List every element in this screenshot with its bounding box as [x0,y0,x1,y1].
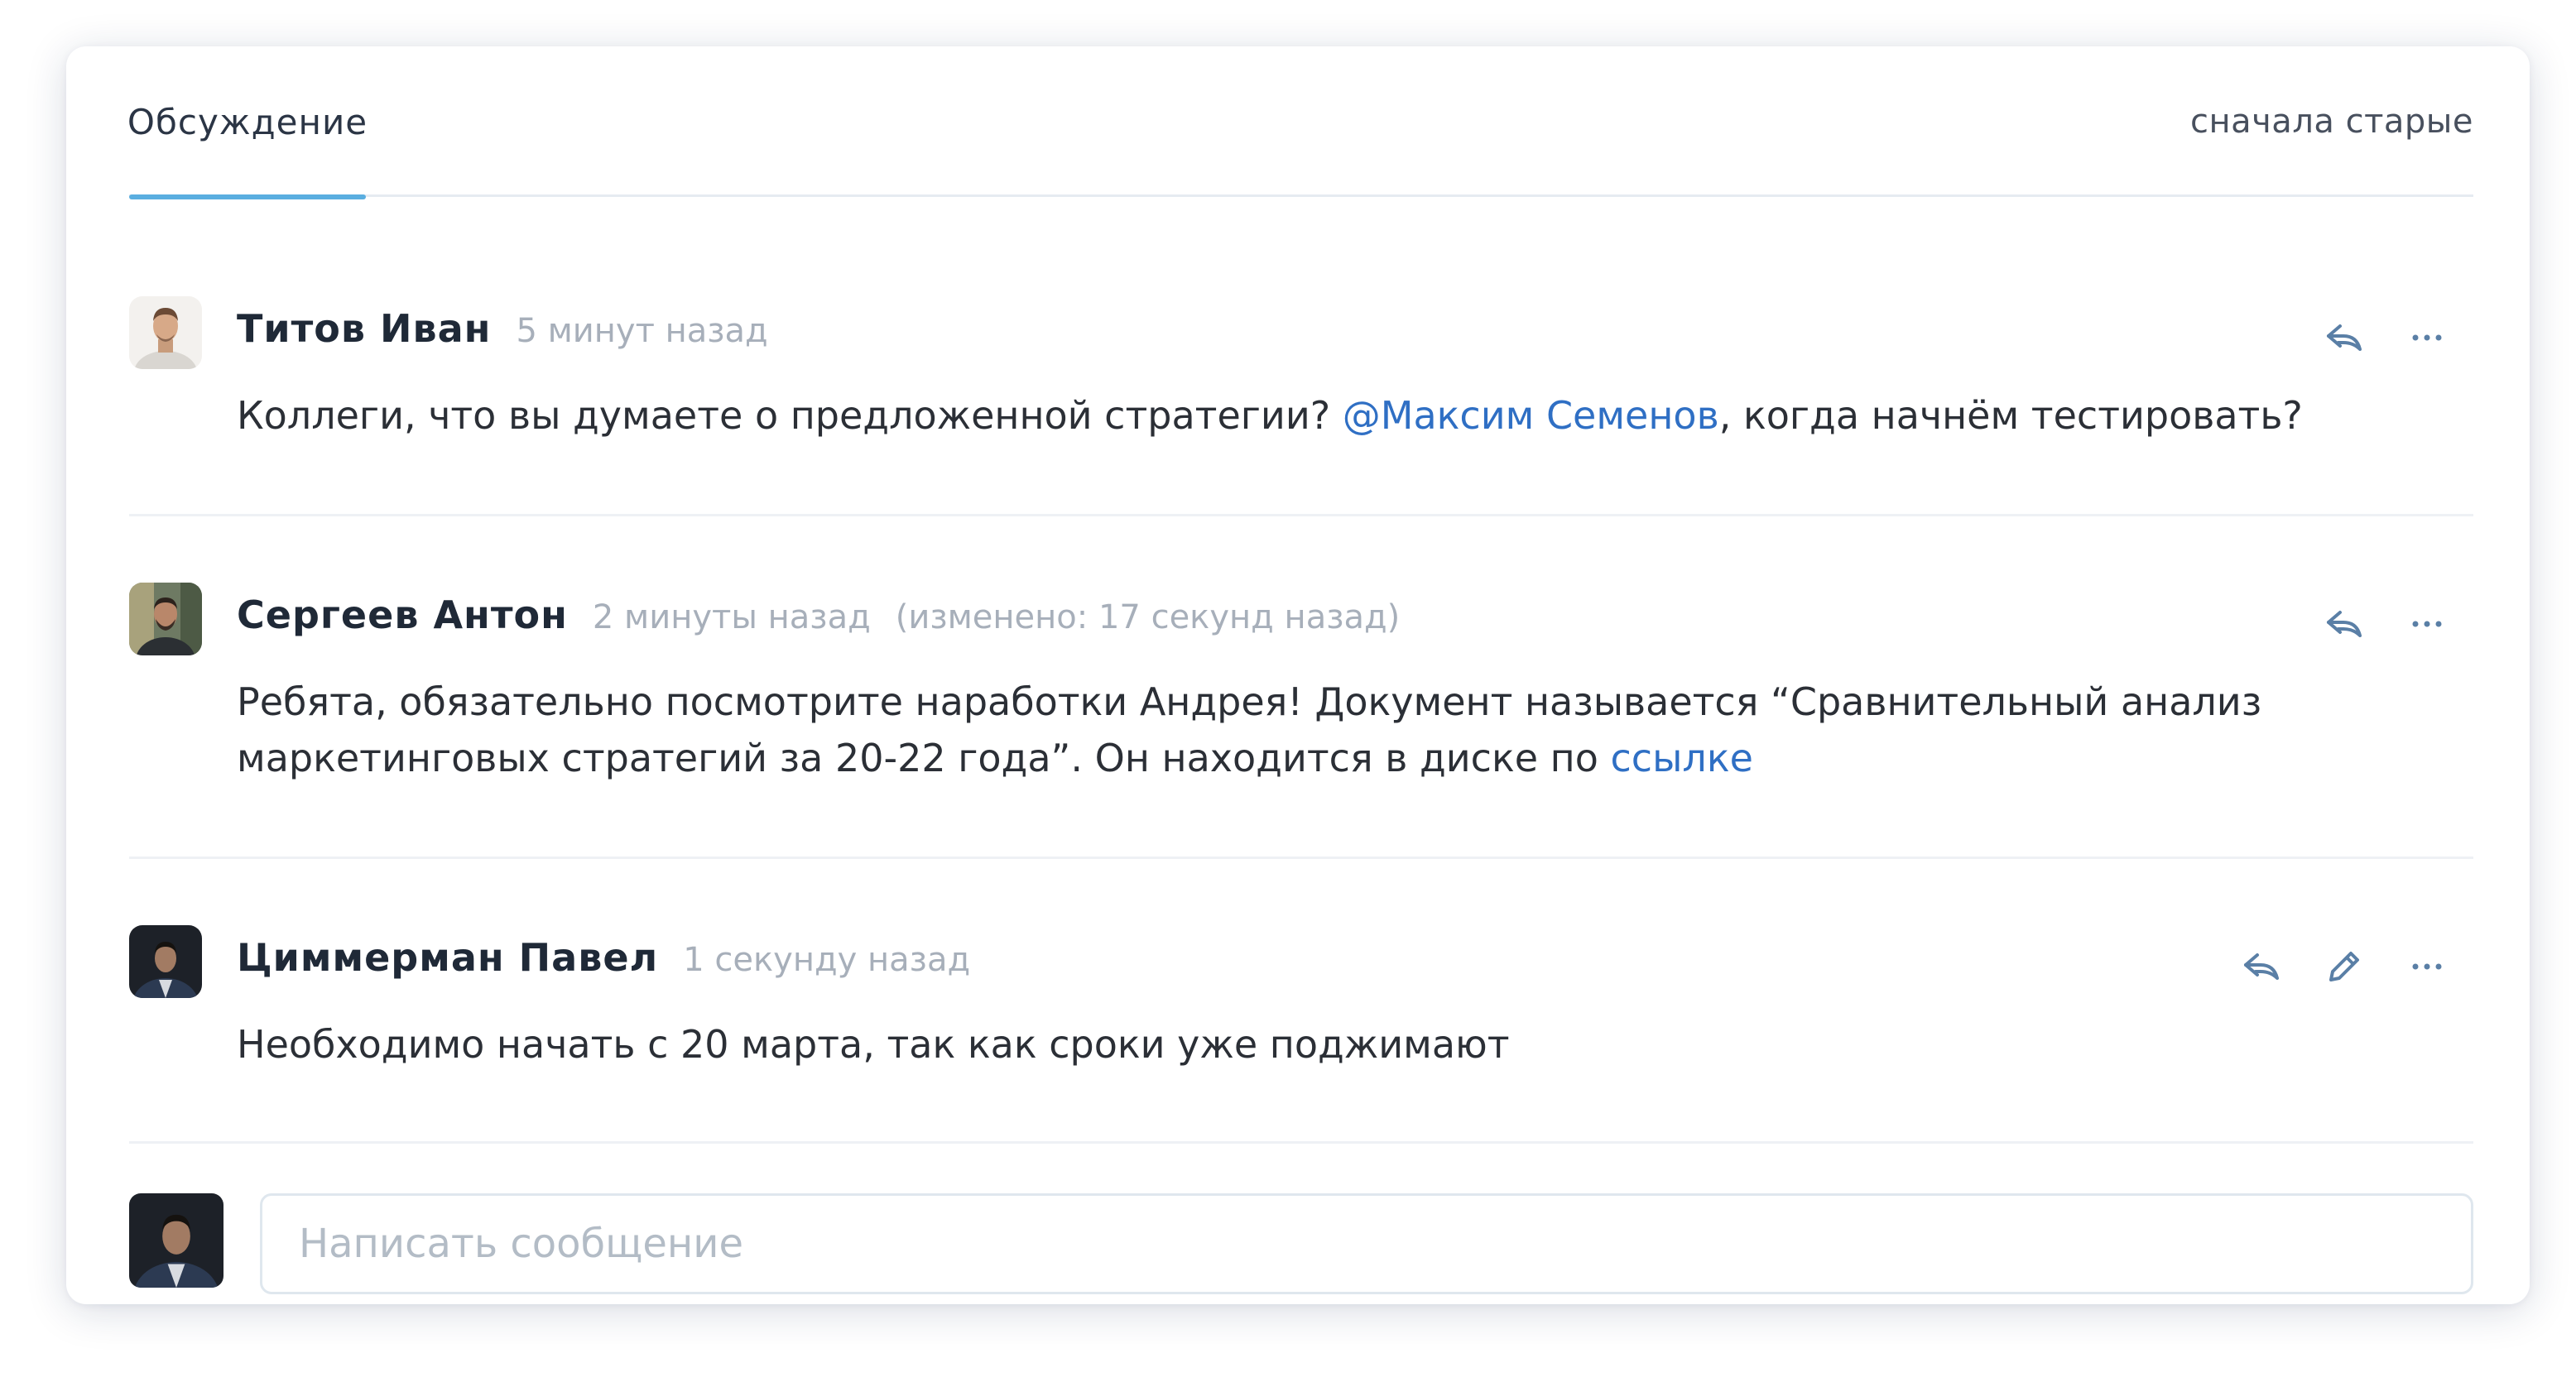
comment-time: 5 минут назад [516,312,768,350]
comment-actions [2319,599,2452,649]
comment-text-part: , когда начнём тестировать? [1718,393,2303,438]
more-button[interactable] [2402,313,2452,362]
comment-text: Ребята, обязательно посмотрите наработки… [237,674,2405,786]
tab-discussion-label: Обсуждение [127,101,368,142]
more-icon [2412,621,2442,627]
document-link[interactable]: ссылке [1611,736,1753,780]
comment-meta: Циммерман Павел 1 секунду назад [237,935,970,980]
avatar-zimmerman-image [129,925,202,998]
comment-meta: Сергеев Антон 2 минуты назад (изменено: … [237,593,1400,637]
reply-button[interactable] [2319,599,2369,649]
comment-author[interactable]: Сергеев Антон [237,593,568,637]
avatar-current-user-image [129,1193,223,1288]
avatar[interactable] [129,583,202,655]
discussion-card: Обсуждение сначала старые Титов Иван 5 м… [66,46,2530,1304]
discussion-inner: Обсуждение сначала старые Титов Иван 5 м… [127,46,2473,1304]
comment-item: Циммерман Павел 1 секунду назад Необходи… [129,859,2473,1144]
message-input[interactable] [260,1193,2473,1294]
more-button[interactable] [2402,942,2452,991]
reply-icon [2244,953,2279,980]
avatar-titov-image [129,296,202,369]
comment-text: Коллеги, что вы думаете о предложенной с… [237,387,2405,444]
comment-author[interactable]: Титов Иван [237,306,491,351]
comment-time: 2 минуты назад [592,598,871,636]
edit-icon [2329,952,2359,981]
reply-icon [2327,611,2362,637]
tab-discussion[interactable]: Обсуждение [127,46,368,199]
comment-item: Сергеев Антон 2 минуты назад (изменено: … [129,516,2473,859]
comment-item: Титов Иван 5 минут назад Коллеги, что вы… [129,197,2473,516]
comment-author[interactable]: Циммерман Павел [237,935,658,980]
more-icon [2412,334,2442,341]
comment-time: 1 секунду назад [683,941,971,979]
comment-text-part: Ребята, обязательно посмотрите наработки… [237,679,2262,780]
comment-actions [2319,313,2452,362]
comment-text-part: Коллеги, что вы думаете о предложенной с… [237,393,1343,438]
message-composer [129,1144,2473,1304]
avatar[interactable] [129,296,202,369]
avatar-sergeev-image [129,583,202,655]
more-icon [2412,963,2442,970]
more-button[interactable] [2402,599,2452,649]
comment-actions [2237,942,2452,991]
current-user-avatar [129,1193,223,1288]
user-mention-link[interactable]: @Максим Семенов [1343,393,1719,438]
comment-meta: Титов Иван 5 минут назад [237,306,768,351]
reply-button[interactable] [2237,942,2286,991]
edit-button[interactable] [2319,942,2369,991]
comment-text: Необходимо начать с 20 марта, так как ср… [237,1022,1510,1067]
reply-button[interactable] [2319,313,2369,362]
sort-order-toggle[interactable]: сначала старые [2190,46,2473,197]
comment-edited-note: (изменено: 17 секунд назад) [895,598,1401,636]
reply-icon [2327,324,2362,351]
discussion-header: Обсуждение сначала старые [127,46,2473,199]
avatar[interactable] [129,925,202,998]
